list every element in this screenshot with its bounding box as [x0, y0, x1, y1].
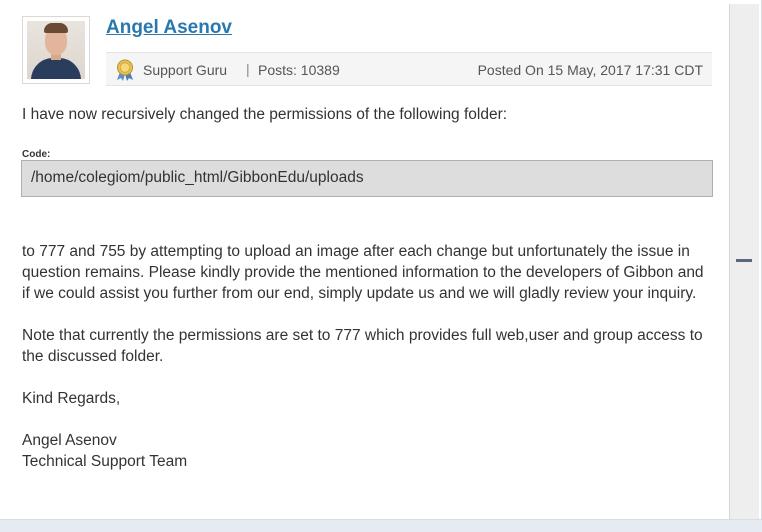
post-body: to 777 and 755 by attempting to upload a… [22, 241, 714, 472]
avatar[interactable] [22, 16, 90, 84]
author-name-link[interactable]: Angel Asenov [106, 17, 232, 39]
body-paragraph: to 777 and 755 by attempting to upload a… [22, 243, 704, 302]
post-intro: I have now recursively changed the permi… [22, 104, 714, 125]
user-rank: Support Guru [143, 62, 228, 78]
post-meta-bar: Support Guru | Posts: 10389 Posted On 15… [106, 52, 712, 86]
meta-divider: | [246, 61, 250, 77]
bottom-strip [0, 520, 762, 532]
code-label: Code: [22, 149, 51, 160]
code-block[interactable]: /home/colegiom/public_html/GibbonEdu/upl… [21, 160, 713, 197]
avatar-photo [27, 21, 85, 79]
signature-team: Technical Support Team [22, 453, 188, 470]
intro-text: I have now recursively changed the permi… [22, 106, 508, 123]
signature-name: Angel Asenov [22, 432, 117, 449]
body-paragraph: Note that currently the permissions are … [22, 327, 703, 365]
post-count: Posts: 10389 [258, 62, 340, 78]
collapse-icon[interactable] [736, 259, 752, 262]
post-timestamp: Posted On 15 May, 2017 17:31 CDT [477, 62, 703, 78]
body-paragraph: Kind Regards, [22, 390, 121, 407]
medal-icon [117, 59, 133, 81]
forum-post: Angel Asenov Support Guru | Posts: 10389… [0, 0, 728, 519]
